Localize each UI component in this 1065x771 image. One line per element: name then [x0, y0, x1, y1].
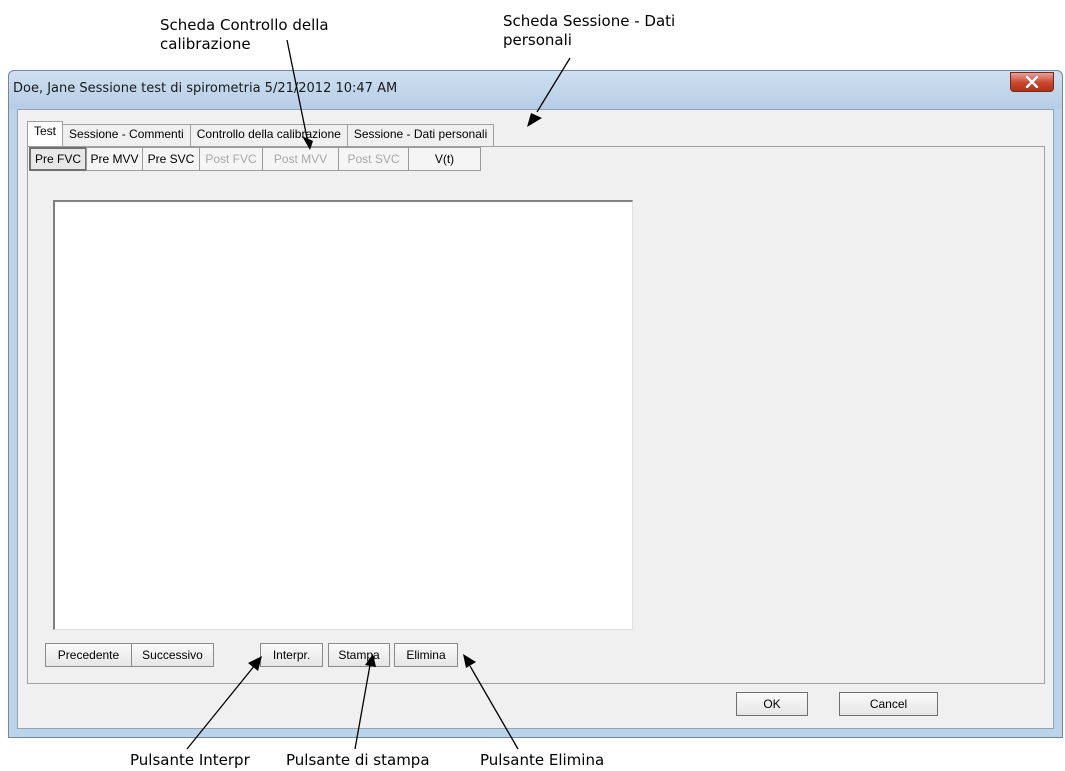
graph-area [53, 200, 633, 630]
callout-interpr-button: Pulsante Interpr [130, 751, 250, 769]
window-title: Doe, Jane Sessione test di spirometria 5… [13, 81, 398, 96]
callout-print-button: Pulsante di stampa [286, 751, 430, 769]
interpret-button[interactable]: Interpr. [260, 643, 323, 667]
cancel-button[interactable]: Cancel [839, 692, 938, 716]
dialog-window: Doe, Jane Sessione test di spirometria 5… [8, 70, 1063, 738]
previous-button[interactable]: Precedente [45, 643, 132, 667]
subtab-vt[interactable]: V(t) [408, 147, 481, 171]
subtab-pre-svc[interactable]: Pre SVC [142, 147, 200, 171]
tab-calibration-check[interactable]: Controllo della calibrazione [189, 124, 348, 146]
callout-delete-button: Pulsante Elimina [480, 751, 605, 769]
delete-button[interactable]: Elimina [394, 643, 458, 667]
subtab-post-fvc: Post FVC [199, 147, 263, 171]
print-button[interactable]: Stampa [328, 643, 390, 667]
close-x-icon [1025, 76, 1039, 88]
tab-test[interactable]: Test [27, 121, 64, 146]
test-tab-panel: Pre FVC Pre MVV Pre SVC Post FVC Post MV… [27, 146, 1045, 684]
callout-calibration-tab: Scheda Controllo della calibrazione [160, 16, 329, 53]
next-button[interactable]: Successivo [131, 643, 214, 667]
title-bar[interactable]: Doe, Jane Sessione test di spirometria 5… [9, 71, 1062, 109]
tab-session-personal-data[interactable]: Sessione - Dati personali [346, 124, 495, 146]
tab-session-comments[interactable]: Sessione - Commenti [62, 124, 191, 146]
test-type-subtabs: Pre FVC Pre MVV Pre SVC Post FVC Post MV… [29, 147, 481, 171]
callout-personal-data-tab: Scheda Sessione - Dati personali [503, 12, 676, 49]
dialog-client-area: Test Sessione - Commenti Controllo della… [17, 109, 1054, 729]
subtab-post-svc: Post SVC [338, 147, 409, 171]
close-button[interactable] [1010, 72, 1054, 92]
main-tab-strip: Test Sessione - Commenti Controllo della… [27, 121, 495, 146]
subtab-pre-fvc[interactable]: Pre FVC [29, 147, 87, 171]
subtab-pre-mvv[interactable]: Pre MVV [86, 147, 143, 171]
subtab-post-mvv: Post MVV [262, 147, 339, 171]
ok-button[interactable]: OK [736, 692, 808, 716]
